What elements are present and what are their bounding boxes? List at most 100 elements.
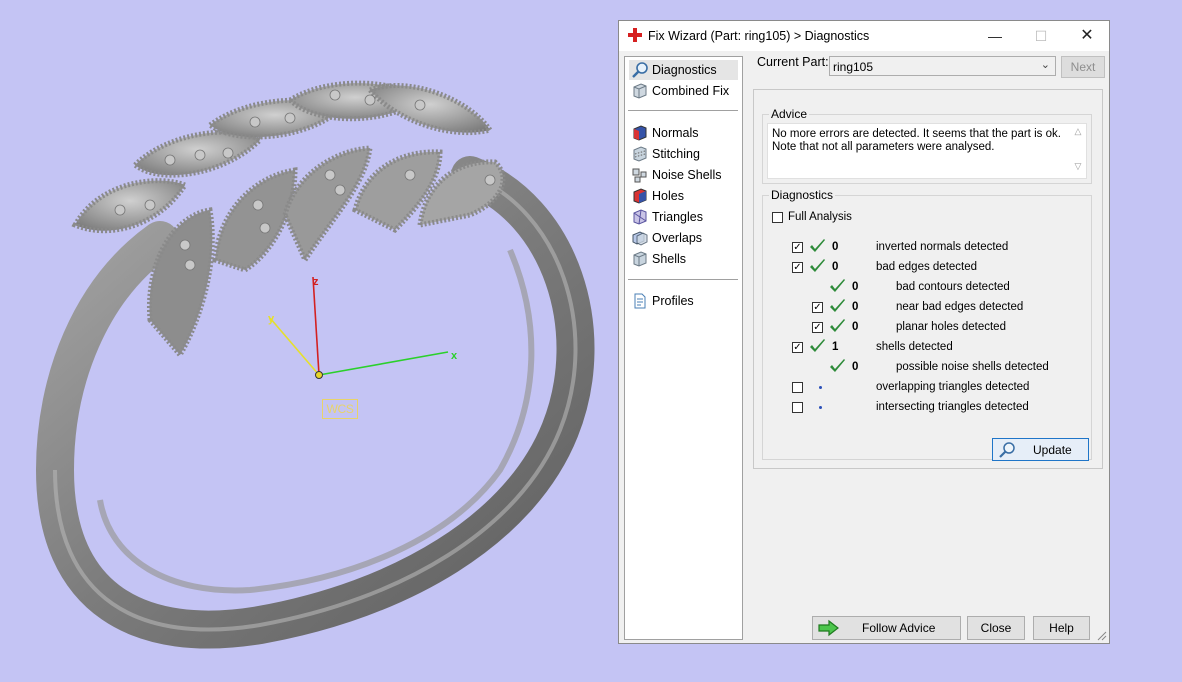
y-axis-line [269, 317, 320, 376]
row-checkbox[interactable]: ✓ [812, 302, 823, 313]
nav-label: Diagnostics [652, 63, 717, 77]
diagnostic-label: planar holes detected [896, 321, 1006, 333]
minimize-button[interactable]: — [972, 21, 1018, 51]
stitching-icon [633, 146, 647, 162]
row-checkbox[interactable] [792, 382, 803, 393]
magnifier-icon [632, 62, 648, 78]
diagnostic-label: bad edges detected [876, 261, 978, 273]
normals-icon [633, 125, 647, 141]
diagnostic-label: near bad edges detected [896, 301, 1024, 313]
issue-count: 0 [852, 361, 859, 373]
row-checkbox[interactable]: ✓ [792, 342, 803, 353]
help-button[interactable]: Help [1033, 616, 1090, 640]
full-analysis-checkbox[interactable] [772, 212, 783, 223]
wizard-nav: Diagnostics Combined Fix Normals Stitchi… [624, 56, 743, 640]
current-part-select[interactable]: ring105 ⌄ [829, 56, 1056, 76]
triangles-icon [633, 209, 647, 225]
current-part-value: ring105 [833, 60, 874, 74]
current-part-label: Current Part: [757, 55, 829, 69]
3d-viewport[interactable]: z x y WCS [0, 0, 615, 682]
arrow-right-icon [818, 619, 839, 637]
nav-item-shells[interactable]: Shells [629, 249, 738, 269]
window-title: Fix Wizard (Part: ring105) > Diagnostics [648, 29, 870, 43]
title-bar[interactable]: Fix Wizard (Part: ring105) > Diagnostics… [619, 21, 1109, 51]
nav-label: Shells [652, 252, 687, 266]
z-axis-line [312, 276, 320, 376]
cube-icon [633, 83, 647, 99]
advice-scrollbar[interactable]: △ ▽ [1071, 125, 1085, 177]
close-button[interactable]: Close [967, 616, 1025, 640]
issue-count: 0 [852, 281, 859, 293]
issue-count: 0 [832, 241, 839, 253]
scroll-down-icon[interactable]: ▽ [1071, 160, 1085, 173]
row-checkbox[interactable]: ✓ [812, 322, 823, 333]
wcs-label: WCS [322, 399, 358, 419]
close-window-button[interactable]: ✕ [1064, 21, 1110, 51]
shells-icon [633, 251, 647, 267]
row-checkbox[interactable] [792, 402, 803, 413]
fix-wizard-dialog: Fix Wizard (Part: ring105) > Diagnostics… [618, 20, 1110, 644]
overlaps-icon [632, 231, 648, 246]
row-checkbox[interactable]: ✓ [792, 242, 803, 253]
nav-item-combined-fix[interactable]: Combined Fix [629, 81, 738, 101]
nav-item-noise-shells[interactable]: Noise Shells [629, 165, 738, 185]
document-icon [634, 293, 646, 309]
issue-count: 0 [852, 321, 859, 333]
issue-count: 1 [832, 341, 839, 353]
nav-separator [628, 110, 738, 111]
checkmark-icon [830, 319, 845, 332]
advice-group: Advice No more errors are detected. It s… [762, 107, 1092, 184]
advice-title: Advice [769, 107, 810, 121]
nav-label: Overlaps [652, 231, 703, 245]
diagnostic-label: inverted normals detected [876, 241, 1009, 253]
next-button[interactable]: Next [1061, 56, 1105, 78]
noise-shells-icon [632, 168, 647, 183]
advice-line-2: Note that not all parameters were analys… [772, 141, 995, 153]
full-analysis-label: Full Analysis [788, 211, 852, 223]
holes-icon [633, 188, 647, 204]
follow-advice-label: Follow Advice [862, 621, 936, 635]
checkmark-icon [830, 299, 845, 312]
diagnostics-group: Diagnostics Full Analysis ✓ 0 inverted nor… [762, 188, 1092, 461]
diagnostics-panel: Advice No more errors are detected. It s… [753, 89, 1103, 469]
x-axis-line [318, 351, 449, 376]
nav-label: Combined Fix [652, 84, 730, 98]
row-checkbox[interactable]: ✓ [792, 262, 803, 273]
update-button[interactable]: Update [992, 438, 1089, 461]
diagnostic-label: intersecting triangles detected [876, 401, 1029, 413]
follow-advice-button[interactable]: Follow Advice [812, 616, 961, 640]
issue-count: 0 [832, 261, 839, 273]
status-dot [819, 386, 822, 389]
nav-separator [628, 279, 738, 280]
checkmark-icon [830, 279, 845, 292]
checkmark-icon [810, 239, 825, 252]
ring-model [35, 80, 595, 649]
maximize-button[interactable]: ☐ [1018, 21, 1064, 51]
red-cross-icon [628, 28, 642, 42]
nav-item-overlaps[interactable]: Overlaps [629, 228, 738, 248]
z-axis-label: z [313, 276, 319, 288]
diagnostic-label: overlapping triangles detected [876, 381, 1030, 393]
y-axis-label: y [268, 313, 275, 325]
magnifier-icon [999, 442, 1015, 458]
x-axis-label: x [451, 350, 458, 362]
nav-item-triangles[interactable]: Triangles [629, 207, 738, 227]
checkmark-icon [830, 359, 845, 372]
nav-label: Triangles [652, 210, 703, 224]
checkmark-icon [810, 339, 825, 352]
scroll-up-icon[interactable]: △ [1071, 125, 1085, 138]
nav-item-profiles[interactable]: Profiles [629, 291, 738, 311]
advice-line-1: No more errors are detected. It seems th… [772, 128, 1061, 140]
nav-item-normals[interactable]: Normals [629, 123, 738, 143]
diagnostic-label: shells detected [876, 341, 953, 353]
nav-label: Profiles [652, 294, 694, 308]
resize-grip-icon[interactable] [1097, 631, 1107, 641]
update-label: Update [1033, 443, 1072, 457]
issue-count: 0 [852, 301, 859, 313]
chevron-down-icon: ⌄ [1040, 59, 1050, 71]
diagnostic-label: bad contours detected [896, 281, 1010, 293]
nav-item-stitching[interactable]: Stitching [629, 144, 738, 164]
advice-text: No more errors are detected. It seems th… [767, 123, 1087, 179]
nav-item-diagnostics[interactable]: Diagnostics [629, 60, 738, 80]
nav-item-holes[interactable]: Holes [629, 186, 738, 206]
